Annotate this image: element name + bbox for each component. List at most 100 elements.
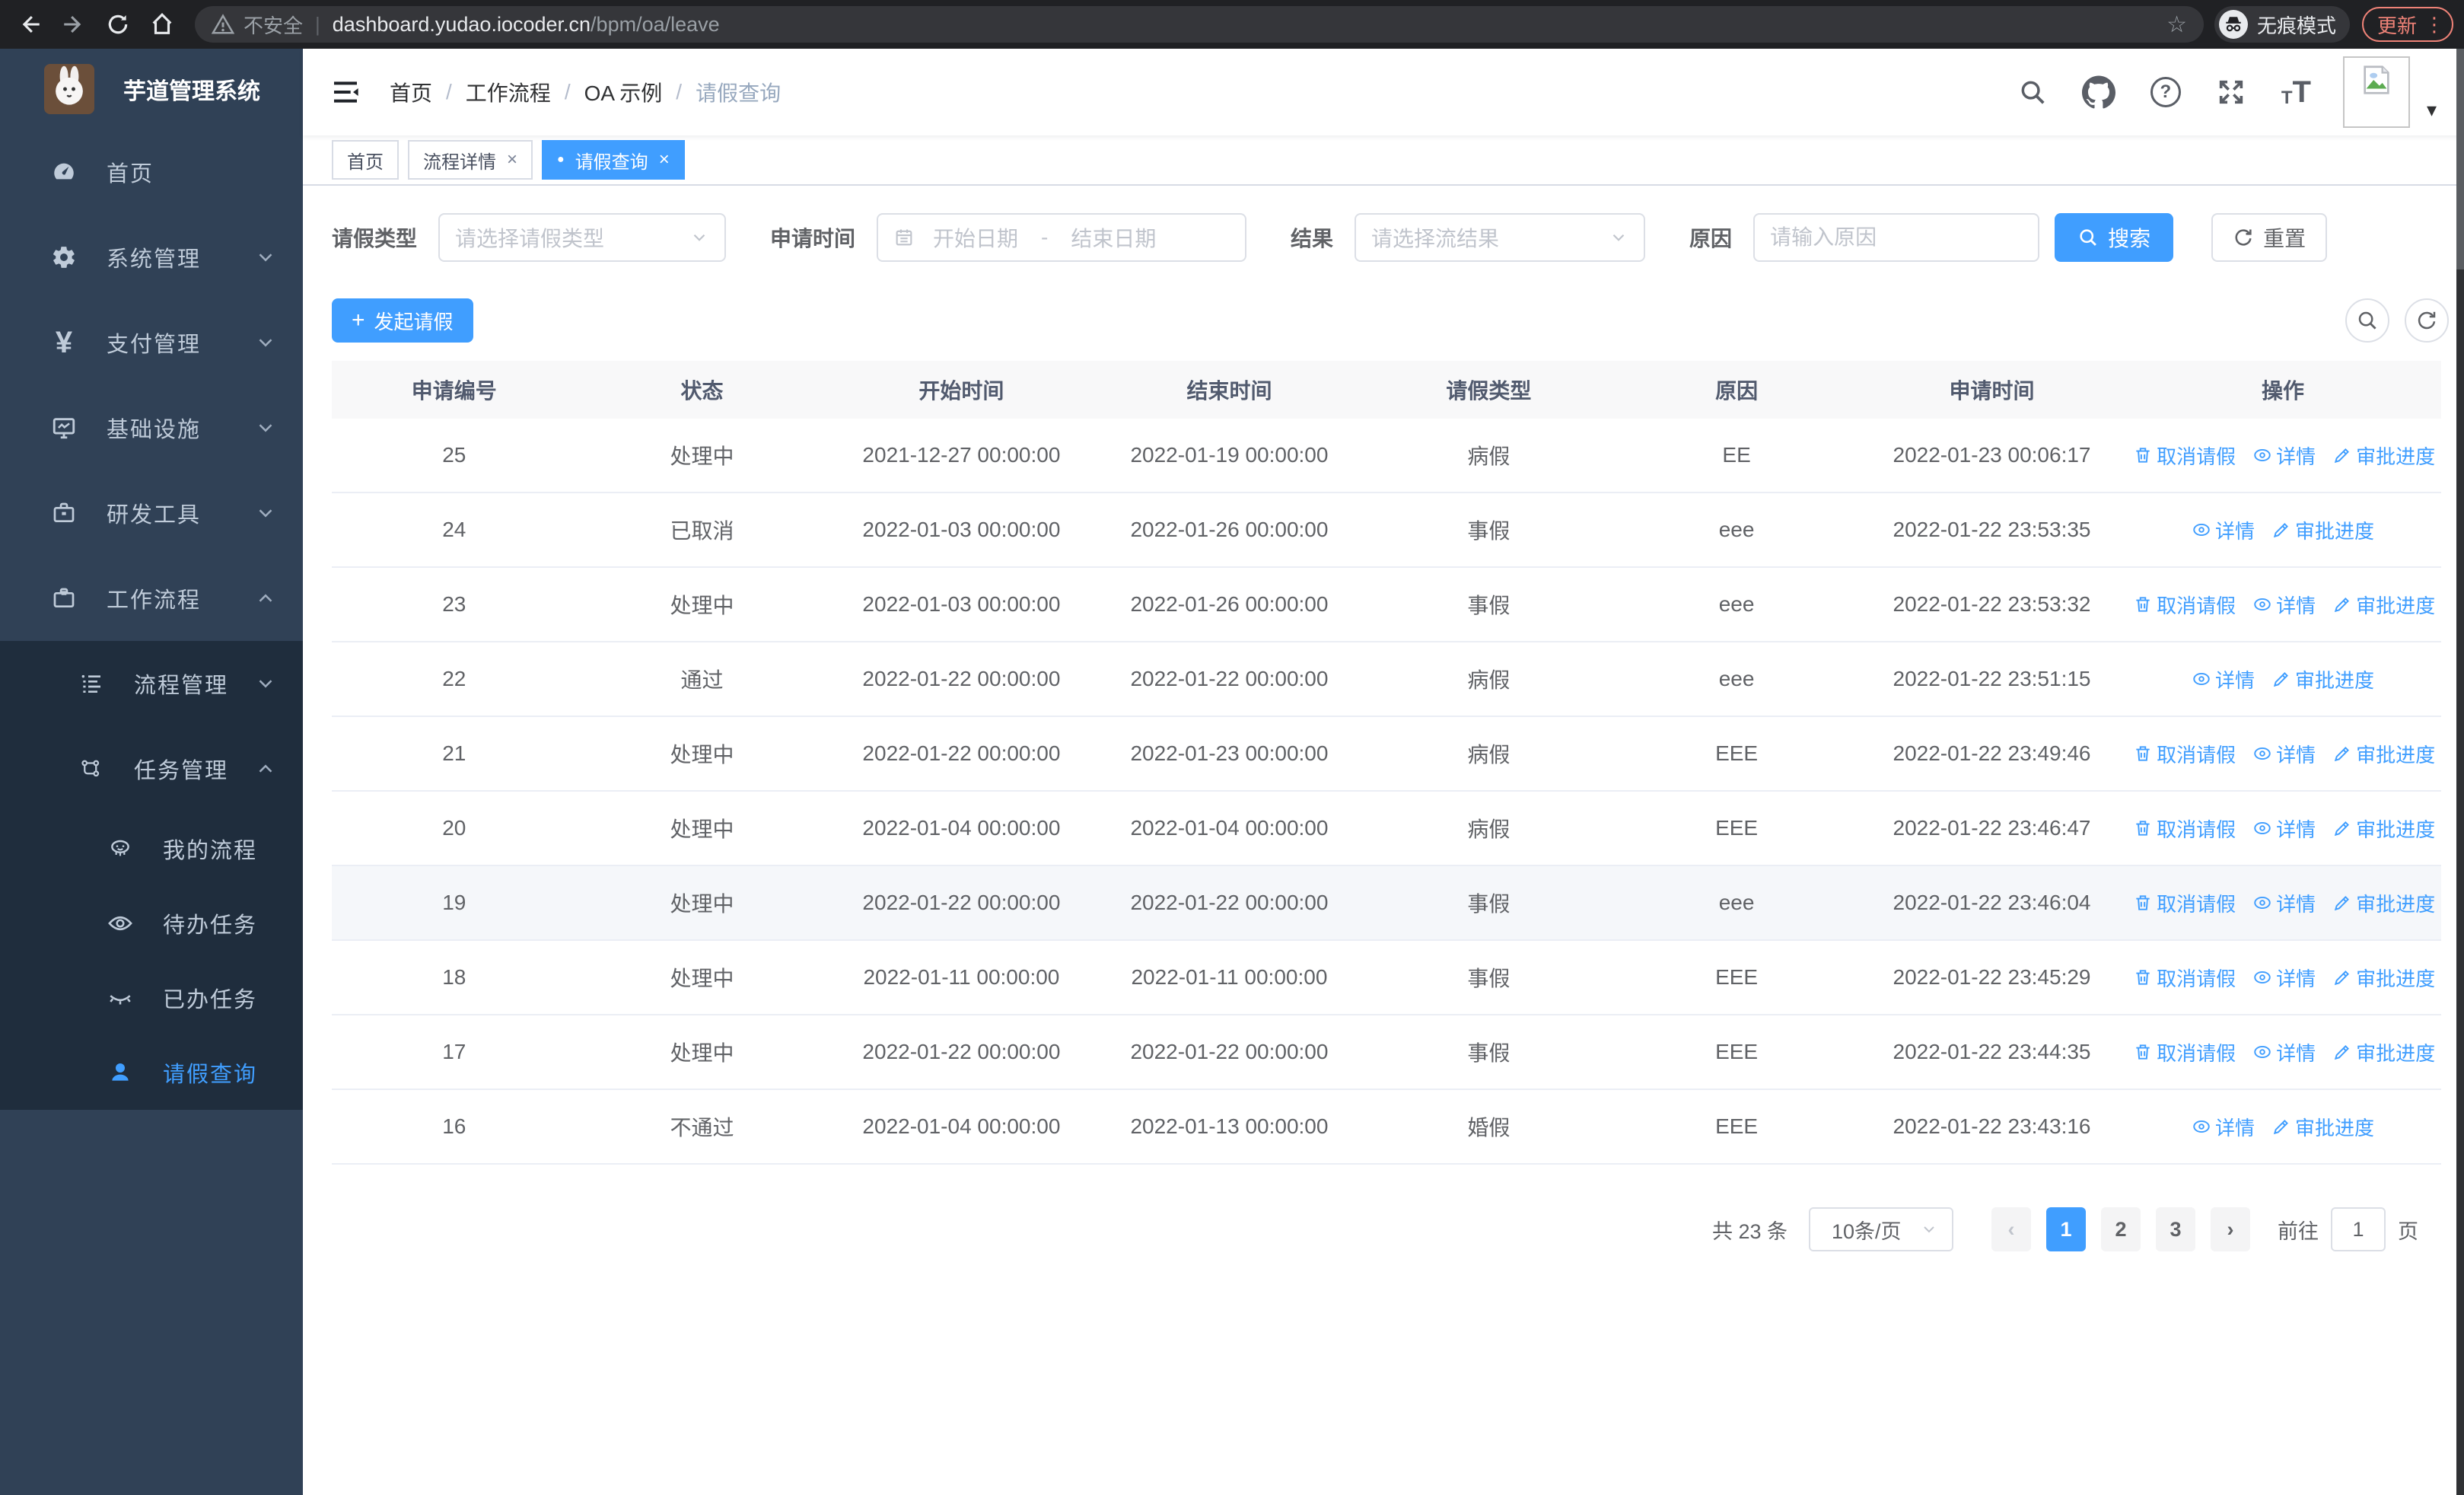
page-button[interactable]: 2 bbox=[2101, 1207, 2141, 1251]
refresh-table-button[interactable] bbox=[2405, 298, 2449, 343]
action-cancel-leave[interactable]: 取消请假 bbox=[2133, 814, 2236, 843]
browser-reload-button[interactable] bbox=[96, 6, 140, 43]
cell-reason: eee bbox=[1718, 667, 1755, 690]
action-approval-progress[interactable]: 审批进度 bbox=[2271, 1113, 2374, 1141]
action-approval-progress[interactable]: 审批进度 bbox=[2332, 441, 2435, 470]
sidebar-item-home[interactable]: 首页 bbox=[0, 129, 303, 215]
action-approval-progress[interactable]: 审批进度 bbox=[2332, 964, 2435, 992]
sidebar-item-infra[interactable]: 基础设施 bbox=[0, 385, 303, 470]
sidebar-item-system[interactable]: 系统管理 bbox=[0, 215, 303, 300]
browser-back-button[interactable] bbox=[8, 6, 52, 43]
action-approval-progress[interactable]: 审批进度 bbox=[2271, 665, 2374, 693]
avatar-caret-icon[interactable]: ▾ bbox=[2427, 98, 2437, 122]
action-cancel-leave[interactable]: 取消请假 bbox=[2133, 1038, 2236, 1066]
page-button[interactable]: 1 bbox=[2046, 1207, 2086, 1251]
sidebar-collapse-button[interactable] bbox=[330, 77, 361, 107]
next-page-button[interactable]: › bbox=[2211, 1207, 2250, 1251]
cell-status: 已取消 bbox=[670, 519, 734, 543]
action-detail[interactable]: 详情 bbox=[2252, 1038, 2316, 1066]
action-approval-progress[interactable]: 审批进度 bbox=[2332, 814, 2435, 843]
tab-home[interactable]: ● 首页 × bbox=[332, 140, 399, 180]
browser-home-button[interactable] bbox=[140, 6, 184, 43]
github-icon[interactable] bbox=[2081, 75, 2115, 109]
action-cancel-leave[interactable]: 取消请假 bbox=[2133, 964, 2236, 992]
help-icon[interactable]: ? bbox=[2150, 77, 2181, 107]
sidebar-item-done-tasks[interactable]: 已办任务 bbox=[0, 961, 303, 1035]
breadcrumb-item[interactable]: 首页 bbox=[390, 77, 432, 107]
address-bar[interactable]: 不安全 | dashboard.yudao.iocoder.cn /bpm/oa… bbox=[195, 6, 2204, 43]
action-detail[interactable]: 详情 bbox=[2192, 516, 2255, 544]
monitor-icon bbox=[47, 415, 81, 441]
page-button[interactable]: 3 bbox=[2156, 1207, 2195, 1251]
action-approval-progress[interactable]: 审批进度 bbox=[2332, 1038, 2435, 1066]
header-search-icon[interactable] bbox=[2018, 78, 2047, 107]
sidebar-item-payment[interactable]: ¥ 支付管理 bbox=[0, 300, 303, 385]
action-detail[interactable]: 详情 bbox=[2252, 591, 2316, 619]
action-cancel-leave[interactable]: 取消请假 bbox=[2133, 591, 2236, 619]
cell-start-time: 2022-01-04 00:00:00 bbox=[862, 816, 1061, 840]
app-logo[interactable]: 芋道管理系统 bbox=[0, 49, 303, 129]
end-date-placeholder[interactable]: 结束日期 bbox=[1071, 222, 1156, 253]
goto-page-input[interactable] bbox=[2331, 1207, 2386, 1251]
scrollbar-thumb[interactable] bbox=[2456, 49, 2464, 269]
font-size-icon[interactable]: TT bbox=[2281, 77, 2311, 107]
browser-update-button[interactable]: 更新 ⋮ bbox=[2361, 7, 2453, 42]
cell-apply-time: 2022-01-22 23:46:04 bbox=[1893, 891, 2091, 914]
action-detail[interactable]: 详情 bbox=[2252, 889, 2316, 917]
action-detail[interactable]: 详情 bbox=[2192, 1113, 2255, 1141]
sidebar-item-devtools[interactable]: 研发工具 bbox=[0, 470, 303, 556]
security-label[interactable]: 不安全 bbox=[244, 11, 303, 39]
start-date-placeholder[interactable]: 开始日期 bbox=[933, 222, 1018, 253]
url-path[interactable]: /bpm/oa/leave bbox=[591, 13, 720, 37]
sidebar-item-process-mgmt[interactable]: 流程管理 bbox=[0, 641, 303, 726]
action-cancel-leave[interactable]: 取消请假 bbox=[2133, 740, 2236, 768]
action-detail[interactable]: 详情 bbox=[2252, 964, 2316, 992]
create-leave-button[interactable]: + 发起请假 bbox=[332, 298, 473, 343]
leave-type-select[interactable]: 请选择请假类型 bbox=[438, 213, 727, 262]
result-select[interactable]: 请选择流结果 bbox=[1355, 213, 1646, 262]
action-approval-progress[interactable]: 审批进度 bbox=[2271, 516, 2374, 544]
breadcrumb-item[interactable]: 工作流程 bbox=[466, 77, 551, 107]
security-warning-icon[interactable] bbox=[212, 13, 234, 36]
tab-process-detail[interactable]: ● 流程详情 × bbox=[408, 140, 533, 180]
reset-button[interactable]: 重置 bbox=[2211, 213, 2328, 262]
page-size-select[interactable]: 10条/页 bbox=[1809, 1207, 1953, 1251]
tab-leave-query[interactable]: ● 请假查询 × bbox=[542, 140, 685, 180]
search-button[interactable]: 搜索 bbox=[2055, 213, 2174, 262]
breadcrumb-item[interactable]: OA 示例 bbox=[584, 77, 663, 107]
chevron-up-icon bbox=[254, 587, 277, 610]
bookmark-star-icon[interactable]: ☆ bbox=[2166, 11, 2187, 38]
sidebar-item-workflow[interactable]: 工作流程 bbox=[0, 556, 303, 641]
action-cancel-leave[interactable]: 取消请假 bbox=[2133, 441, 2236, 470]
action-detail[interactable]: 详情 bbox=[2252, 740, 2316, 768]
action-approval-progress[interactable]: 审批进度 bbox=[2332, 591, 2435, 619]
action-detail[interactable]: 详情 bbox=[2252, 441, 2316, 470]
action-approval-progress[interactable]: 审批进度 bbox=[2332, 889, 2435, 917]
prev-page-button[interactable]: ‹ bbox=[1991, 1207, 2031, 1251]
url-host[interactable]: dashboard.yudao.iocoder.cn bbox=[333, 13, 591, 37]
action-detail[interactable]: 详情 bbox=[2252, 814, 2316, 843]
cell-status: 处理中 bbox=[670, 1041, 734, 1065]
action-detail[interactable]: 详情 bbox=[2192, 665, 2255, 693]
browser-forward-button[interactable] bbox=[52, 6, 96, 43]
edit-icon bbox=[2332, 1042, 2352, 1062]
user-avatar[interactable] bbox=[2342, 56, 2410, 128]
apply-time-range-picker[interactable]: 开始日期 - 结束日期 bbox=[877, 213, 1247, 262]
browser-menu-icon[interactable]: ⋮ bbox=[2424, 13, 2444, 37]
browser-scrollbar[interactable] bbox=[2456, 49, 2464, 1495]
cell-leave-type: 婚假 bbox=[1467, 1116, 1511, 1140]
action-label: 详情 bbox=[2215, 519, 2255, 543]
show-search-toggle-button[interactable] bbox=[2345, 298, 2389, 343]
tab-close-icon[interactable]: × bbox=[659, 149, 670, 171]
reason-input[interactable] bbox=[1755, 215, 2039, 260]
eye-icon bbox=[2192, 520, 2211, 540]
user-icon bbox=[103, 1060, 137, 1085]
sidebar-item-task-mgmt[interactable]: 任务管理 bbox=[0, 726, 303, 811]
sidebar-item-leave-query[interactable]: 请假查询 bbox=[0, 1035, 303, 1110]
action-cancel-leave[interactable]: 取消请假 bbox=[2133, 889, 2236, 917]
fullscreen-icon[interactable] bbox=[2216, 77, 2246, 107]
sidebar-item-my-process[interactable]: 我的流程 bbox=[0, 811, 303, 886]
sidebar-item-todo-tasks[interactable]: 待办任务 bbox=[0, 886, 303, 961]
action-approval-progress[interactable]: 审批进度 bbox=[2332, 740, 2435, 768]
tab-close-icon[interactable]: × bbox=[507, 149, 517, 171]
